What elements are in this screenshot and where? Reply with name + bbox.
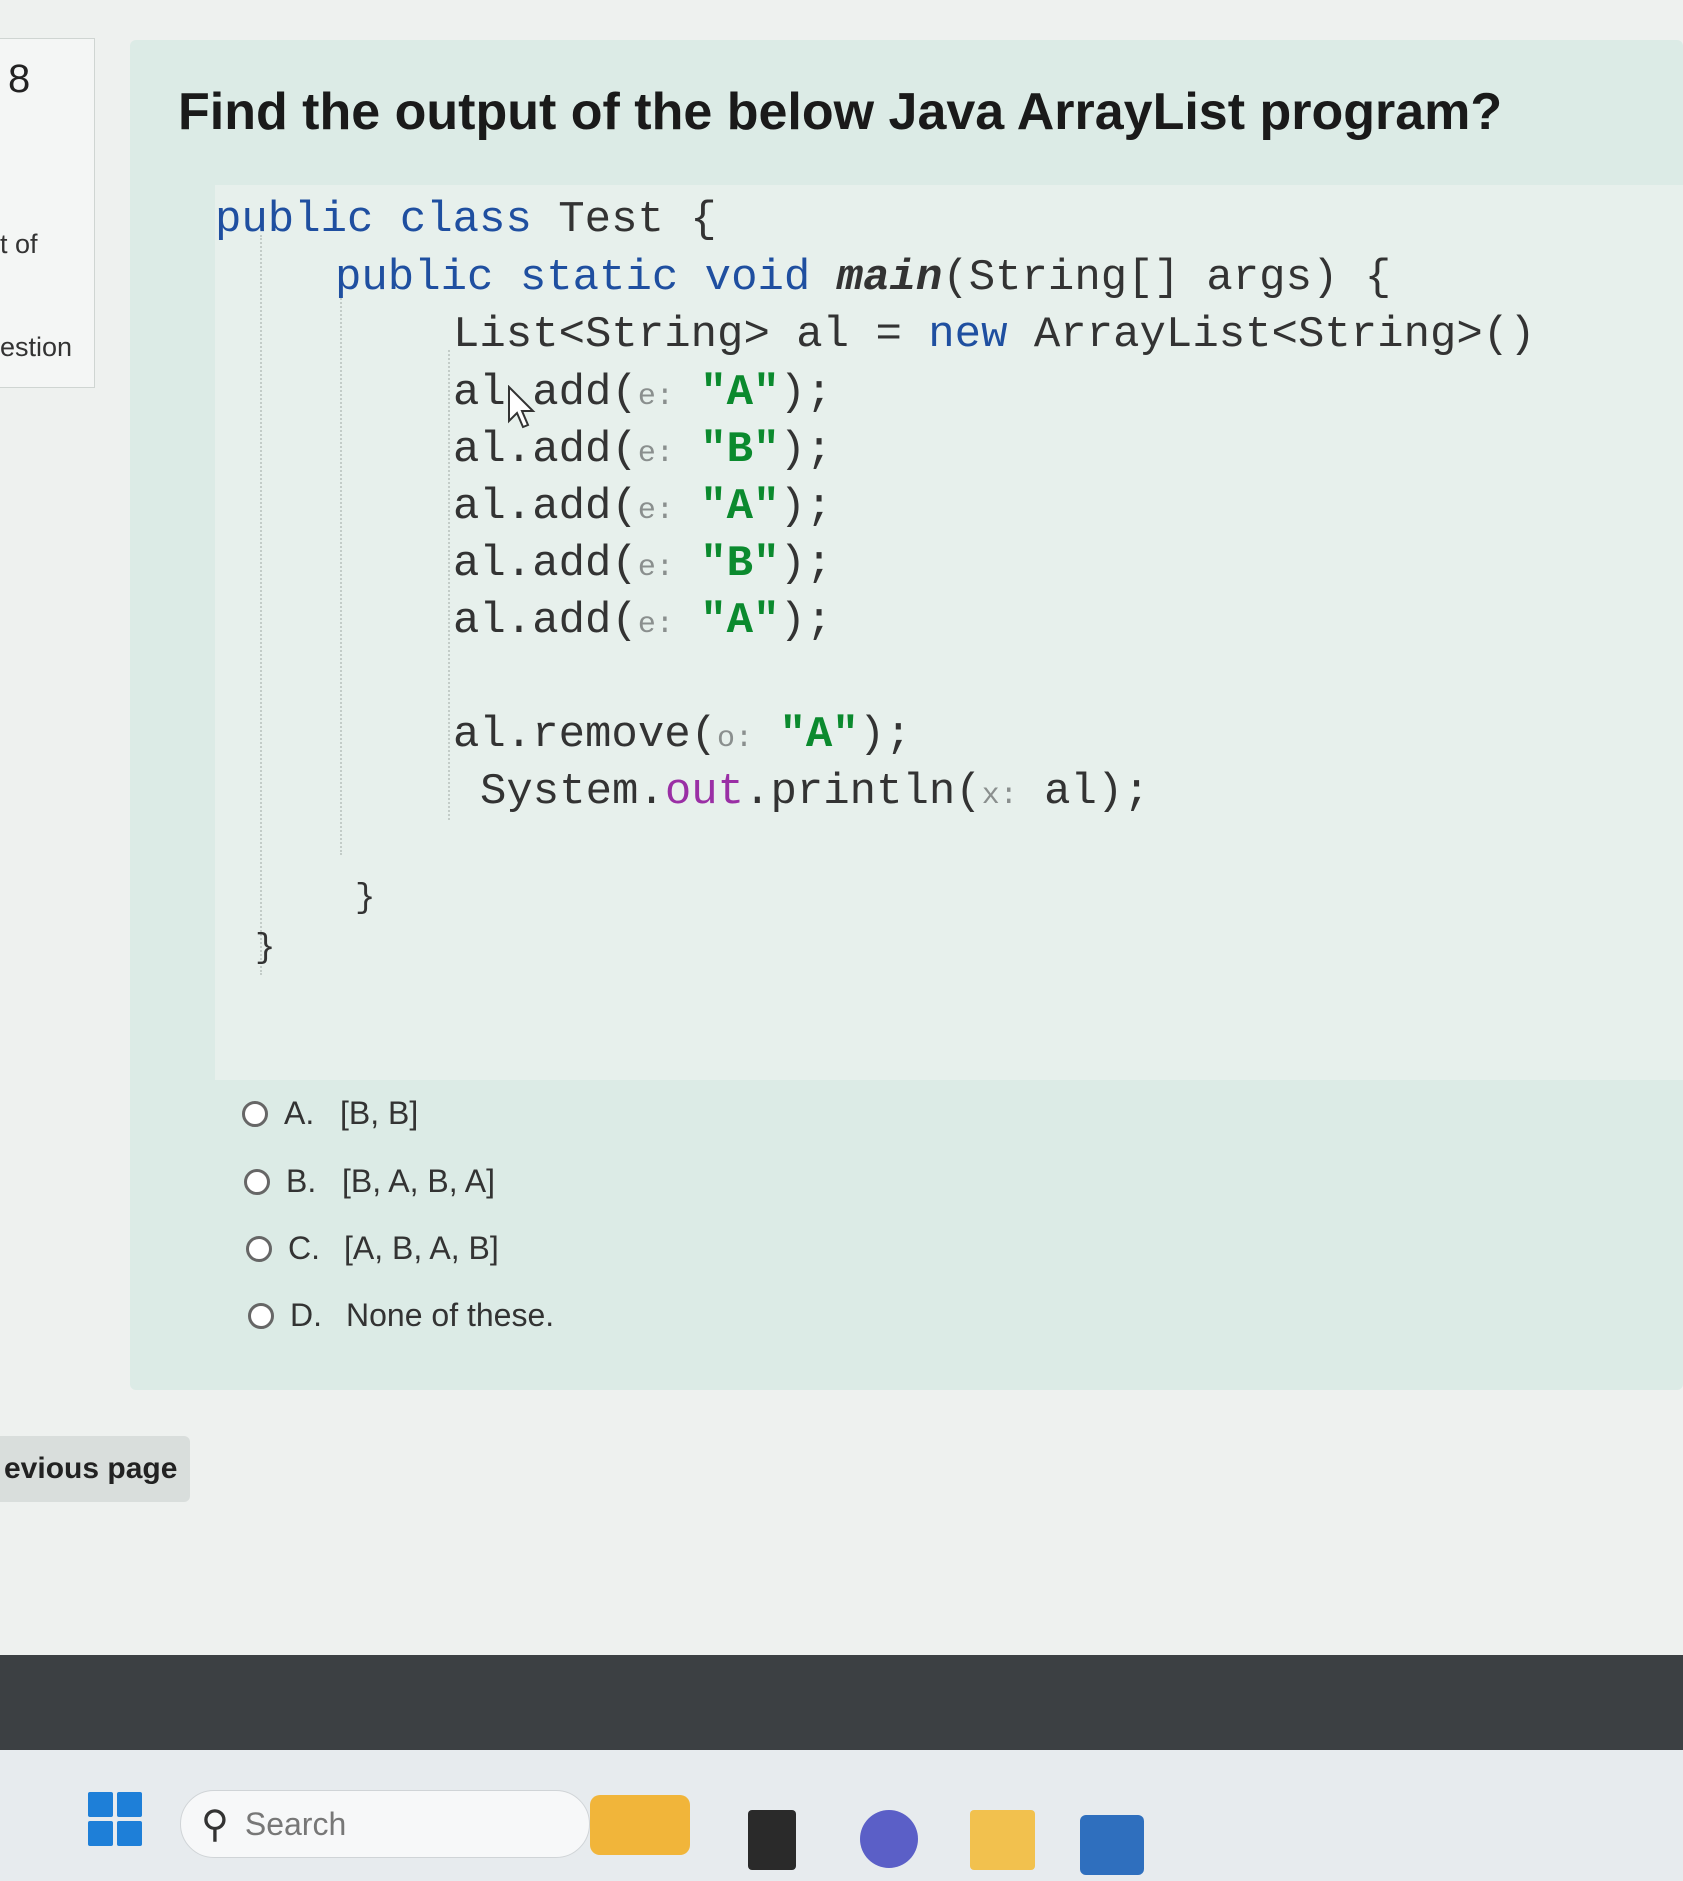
indent-guide: [448, 350, 450, 820]
flag-question-link[interactable]: estion: [0, 332, 72, 363]
answer-option-b[interactable]: B. [B, A, B, A]: [244, 1163, 495, 1200]
taskbar: ⚲ Search: [0, 1750, 1683, 1881]
search-placeholder: Search: [244, 1805, 347, 1842]
question-info-panel: 8 t of estion: [0, 38, 95, 388]
radio-button[interactable]: [244, 1168, 270, 1195]
folder-icon[interactable]: [970, 1810, 1035, 1870]
answer-option-c[interactable]: C. [A, B, A, B]: [246, 1230, 499, 1267]
code-block: public class Test { public static void m…: [215, 185, 1683, 1080]
code-line: al.add(e: "A");: [453, 482, 833, 532]
radio-button[interactable]: [248, 1302, 274, 1329]
code-line: al.add(e: "B");: [453, 425, 833, 475]
code-line: al.add(e: "B");: [453, 539, 833, 589]
option-text: [B, B]: [340, 1095, 419, 1131]
code-line: }: [255, 930, 276, 968]
option-letter: A.: [284, 1095, 315, 1131]
store-icon[interactable]: [1080, 1815, 1144, 1875]
indent-guide: [340, 295, 342, 855]
option-letter: C.: [288, 1230, 320, 1266]
search-icon: ⚲: [201, 1803, 229, 1846]
file-explorer-icon[interactable]: [748, 1810, 796, 1870]
code-line: List<String> al = new ArrayList<String>(…: [453, 310, 1536, 360]
option-letter: B.: [286, 1163, 317, 1199]
question-card: Find the output of the below Java ArrayL…: [130, 40, 1683, 1390]
answer-option-d[interactable]: D. None of these.: [248, 1297, 554, 1334]
option-text: [B, A, B, A]: [342, 1163, 495, 1199]
option-text: None of these.: [346, 1297, 555, 1333]
code-line: System.out.println(x: al);: [480, 767, 1150, 817]
option-text: [A, B, A, B]: [344, 1230, 499, 1266]
question-number: 8: [8, 57, 31, 101]
screen-bezel: [0, 1655, 1683, 1750]
code-line: }: [355, 880, 376, 918]
indent-guide: [260, 235, 262, 975]
option-letter: D.: [290, 1297, 322, 1333]
radio-button[interactable]: [242, 1100, 268, 1127]
mouse-cursor-icon: [508, 385, 536, 429]
code-line: al.remove(o: "A");: [453, 710, 912, 760]
code-line: al.add(e: "A");: [453, 596, 833, 646]
code-line: public class Test {: [215, 195, 717, 245]
taskbar-search-input[interactable]: ⚲ Search: [180, 1790, 590, 1858]
windows-start-icon[interactable]: [88, 1792, 142, 1846]
question-title: Find the output of the below Java ArrayL…: [178, 83, 1503, 141]
code-line: public static void main(String[] args) {: [335, 253, 1392, 303]
radio-button[interactable]: [246, 1235, 272, 1262]
previous-page-button[interactable]: evious page: [0, 1436, 190, 1502]
question-info-text: t of: [0, 229, 38, 259]
widgets-icon[interactable]: [590, 1795, 690, 1855]
answer-option-a[interactable]: A. [B, B]: [242, 1095, 418, 1132]
teams-icon[interactable]: [860, 1810, 918, 1868]
